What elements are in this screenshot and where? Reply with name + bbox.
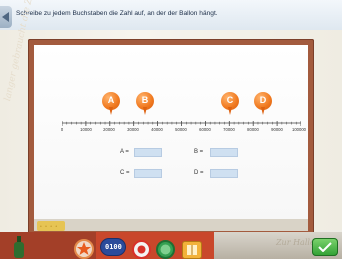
- checkmark-icon: [318, 242, 332, 252]
- globe-icon: [160, 244, 171, 255]
- chalk-tray: [34, 219, 308, 231]
- instruction-bar: Schreibe zu jedem Buchstaben die Zahl au…: [0, 0, 342, 31]
- tick-label-10000: 10000: [80, 127, 92, 132]
- answer-input-d[interactable]: [210, 169, 238, 178]
- help-icon: [137, 245, 146, 254]
- confirm-button[interactable]: [312, 238, 338, 256]
- counter-display: 0100: [100, 238, 126, 256]
- bottle-icon[interactable]: [12, 236, 26, 258]
- answer-input-b[interactable]: [210, 148, 238, 157]
- balloon-a: A: [102, 92, 120, 116]
- book-icon: [187, 245, 197, 255]
- answer-input-c[interactable]: [134, 169, 162, 178]
- tick-label-0: 0: [60, 127, 64, 132]
- answer-label-a: A =: [120, 149, 129, 155]
- answer-label-c: C =: [120, 170, 130, 176]
- tick-label-60000: 60000: [199, 127, 211, 132]
- tick-label-50000: 50000: [175, 127, 187, 132]
- learning-app-window: Schreibe zu jedem Buchstaben die Zahl au…: [0, 0, 342, 259]
- balloon-letter: C: [226, 95, 234, 105]
- balloon-letter: A: [107, 95, 115, 105]
- answer-label-b: B =: [194, 149, 204, 155]
- tick-label-70000: 70000: [223, 127, 235, 132]
- star-icon: [77, 242, 91, 255]
- tick-label-80000: 80000: [247, 127, 259, 132]
- book-button[interactable]: [182, 241, 202, 259]
- back-arrow-icon: [2, 12, 9, 22]
- answer-label-d: D =: [194, 170, 204, 176]
- tick-label-20000: 20000: [103, 127, 115, 132]
- help-button[interactable]: [132, 240, 151, 259]
- balloon-c: C: [221, 92, 239, 116]
- balloon-b: B: [136, 92, 154, 116]
- back-button[interactable]: [0, 6, 12, 28]
- balloon-d: D: [254, 92, 272, 116]
- tick-label-90000: 90000: [271, 127, 283, 132]
- signature: Zur Halle: [276, 238, 315, 247]
- balloon-letter: B: [141, 95, 149, 105]
- tick-label-100000: 100000: [292, 127, 306, 132]
- balloon-letter: D: [259, 95, 267, 105]
- tick-label-40000: 40000: [151, 127, 163, 132]
- answer-input-a[interactable]: [134, 148, 162, 157]
- tick-label-30000: 30000: [127, 127, 139, 132]
- task-instruction: Schreibe zu jedem Buchstaben die Zahl au…: [16, 10, 218, 17]
- counter-value: 0100: [105, 243, 122, 251]
- star-button[interactable]: [74, 239, 94, 259]
- globe-button[interactable]: [156, 240, 175, 259]
